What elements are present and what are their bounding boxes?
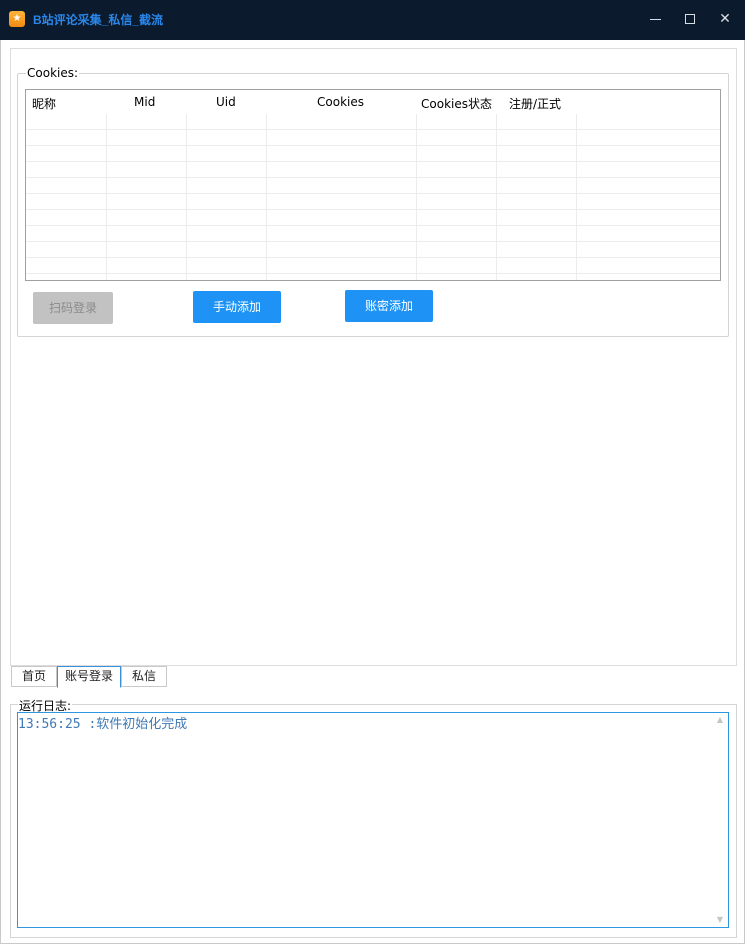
- grid-divider: [26, 145, 720, 146]
- cookies-table[interactable]: 昵称 Mid Uid Cookies Cookies状态 注册/正式: [25, 89, 721, 281]
- scan-login-button[interactable]: 扫码登录: [33, 292, 113, 324]
- column-header-cookies[interactable]: Cookies: [317, 95, 364, 109]
- column-header-mid[interactable]: Mid: [134, 95, 155, 109]
- grid-divider: [26, 273, 720, 274]
- grid-divider: [26, 225, 720, 226]
- app-star-icon: ★: [9, 11, 25, 27]
- grid-divider: [26, 129, 720, 130]
- log-textarea[interactable]: 13:56:25 :软件初始化完成 ▲ ▼: [17, 712, 729, 928]
- grid-divider: [26, 193, 720, 194]
- minimize-icon: [650, 19, 661, 20]
- column-header-register-status[interactable]: 注册/正式: [509, 95, 561, 112]
- cookies-group-legend: Cookies:: [26, 66, 80, 80]
- grid-divider: [26, 209, 720, 210]
- grid-divider: [266, 114, 267, 280]
- manual-add-button[interactable]: 手动添加: [193, 291, 281, 323]
- grid-divider: [186, 114, 187, 280]
- table-header: 昵称 Mid Uid Cookies Cookies状态 注册/正式: [26, 90, 720, 114]
- grid-divider: [26, 257, 720, 258]
- grid-divider: [26, 177, 720, 178]
- scroll-down-icon[interactable]: ▼: [715, 916, 725, 924]
- column-header-cookies-status[interactable]: Cookies状态: [421, 95, 492, 112]
- tab-private-message[interactable]: 私信: [121, 666, 167, 687]
- grid-divider: [26, 161, 720, 162]
- column-header-uid[interactable]: Uid: [216, 95, 236, 109]
- grid-divider: [26, 241, 720, 242]
- grid-divider: [576, 114, 577, 280]
- title-bar: ★ B站评论采集_私信_截流 ✕: [0, 0, 745, 40]
- grid-divider: [496, 114, 497, 280]
- maximize-button[interactable]: [670, 0, 710, 40]
- close-icon: ✕: [719, 11, 731, 27]
- close-button[interactable]: ✕: [705, 0, 745, 40]
- log-line: 13:56:25 :软件初始化完成: [18, 717, 188, 732]
- grid-divider: [416, 114, 417, 280]
- password-add-button[interactable]: 账密添加: [345, 290, 433, 322]
- tab-account-login[interactable]: 账号登录: [57, 666, 121, 688]
- tab-home[interactable]: 首页: [11, 666, 57, 687]
- window-title: B站评论采集_私信_截流: [33, 13, 164, 27]
- maximize-icon: [685, 14, 695, 24]
- scroll-up-icon[interactable]: ▲: [715, 716, 725, 724]
- grid-divider: [106, 114, 107, 280]
- column-header-nickname[interactable]: 昵称: [32, 95, 56, 112]
